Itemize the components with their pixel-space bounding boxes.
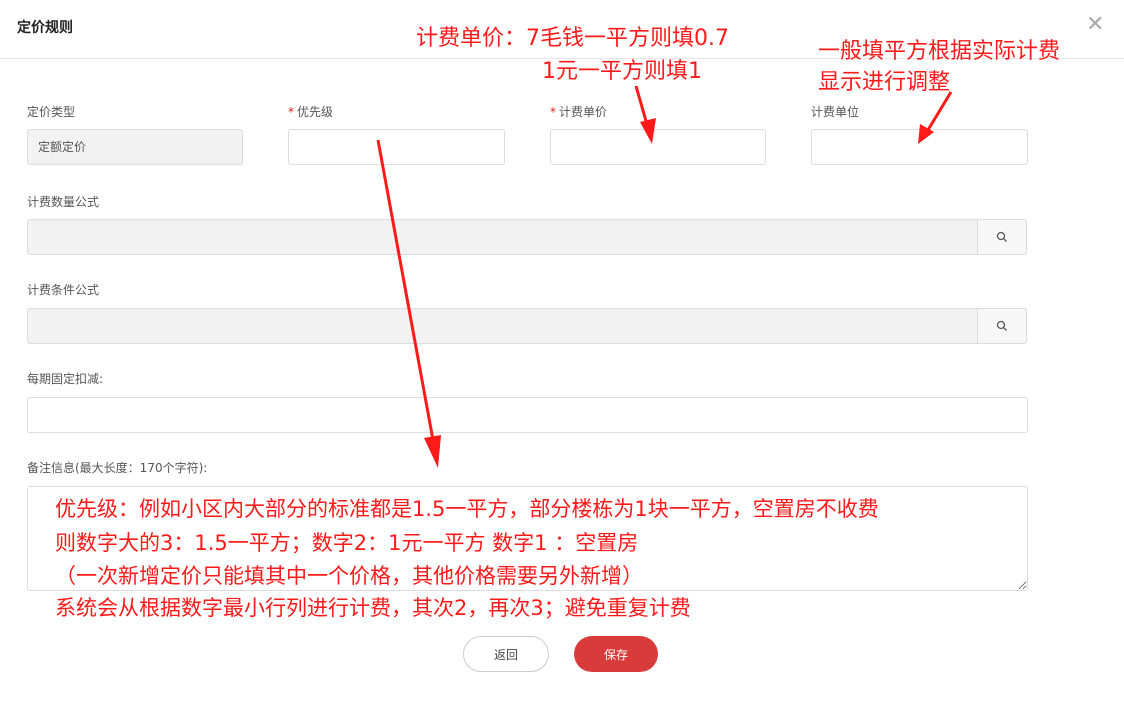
- arrow-unit-price-head: [640, 118, 656, 144]
- annotation-arrows: [376, 85, 953, 468]
- arrow-unit-head: [918, 124, 934, 144]
- arrow-unit: [926, 91, 953, 131]
- arrow-priority: [376, 139, 435, 441]
- arrow-priority-head: [424, 435, 441, 468]
